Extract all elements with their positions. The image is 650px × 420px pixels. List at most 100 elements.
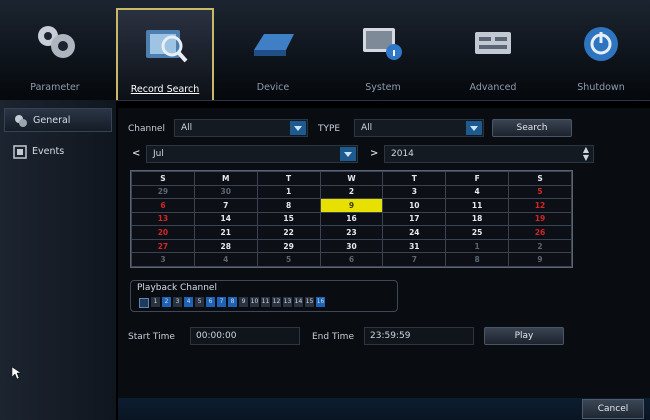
calendar-day[interactable]: 28 bbox=[193, 238, 258, 254]
channel-toggle[interactable]: 15 bbox=[305, 297, 314, 307]
channel-toggle[interactable]: 6 bbox=[206, 297, 215, 307]
channel-toggle[interactable]: 9 bbox=[239, 297, 248, 307]
calendar-day[interactable]: 8 bbox=[445, 252, 510, 267]
nav-system[interactable]: System bbox=[334, 8, 432, 100]
calendar-grid: S M T W T F S 29 30 1 2 3 4 5 6 7 8 9 10… bbox=[130, 170, 573, 268]
calendar-day[interactable]: 31 bbox=[382, 238, 447, 254]
calendar-day[interactable]: 5 bbox=[508, 184, 572, 200]
channel-toggle[interactable]: 16 bbox=[316, 297, 325, 307]
calendar-day[interactable]: 16 bbox=[319, 211, 384, 227]
spinner-arrows-icon[interactable]: ▲ ▼ bbox=[583, 146, 589, 162]
calendar-day[interactable]: 29 bbox=[256, 238, 321, 254]
events-icon bbox=[13, 145, 27, 159]
channel-select[interactable]: All bbox=[174, 119, 308, 137]
sidebar-item-general[interactable]: General bbox=[4, 108, 112, 132]
playback-all-checkbox[interactable] bbox=[139, 298, 149, 308]
calendar-day[interactable]: 30 bbox=[193, 184, 258, 200]
calendar-day[interactable]: 13 bbox=[131, 211, 195, 227]
year-spinner[interactable]: 2014 ▲ ▼ bbox=[384, 145, 594, 163]
calendar-day[interactable]: 27 bbox=[131, 238, 195, 254]
calendar-day[interactable]: 29 bbox=[131, 184, 195, 200]
weekday-header: W bbox=[319, 171, 384, 186]
nav-device[interactable]: Device bbox=[224, 8, 322, 100]
sidebar-item-label: Events bbox=[32, 146, 65, 157]
nav-parameter[interactable]: Parameter bbox=[6, 8, 104, 100]
chevron-down-icon[interactable] bbox=[340, 147, 356, 161]
weekday-header: T bbox=[256, 171, 321, 186]
channel-toggle[interactable]: 4 bbox=[184, 297, 193, 307]
calendar-day[interactable]: 1 bbox=[445, 238, 510, 254]
calendar-day[interactable]: 20 bbox=[131, 225, 195, 240]
month-select[interactable]: Jul bbox=[146, 145, 358, 163]
calendar-day[interactable]: 6 bbox=[319, 252, 384, 267]
channel-toggle[interactable]: 10 bbox=[250, 297, 259, 307]
channel-toggle[interactable]: 1 bbox=[151, 297, 160, 307]
playback-channel-title: Playback Channel bbox=[137, 283, 217, 293]
weekday-header: T bbox=[382, 171, 447, 186]
channel-toggle[interactable]: 13 bbox=[283, 297, 292, 307]
channel-toggle[interactable]: 7 bbox=[217, 297, 226, 307]
calendar-day-selected[interactable]: 9 bbox=[319, 198, 384, 213]
calendar-day[interactable]: 11 bbox=[445, 198, 510, 213]
system-monitor-icon bbox=[363, 28, 402, 60]
calendar-day[interactable]: 6 bbox=[131, 198, 195, 213]
calendar-day[interactable]: 2 bbox=[508, 238, 572, 254]
channel-toggle[interactable]: 11 bbox=[261, 297, 270, 307]
calendar-day[interactable]: 5 bbox=[256, 252, 321, 267]
start-time-label: Start Time bbox=[128, 332, 175, 342]
calendar-day[interactable]: 7 bbox=[382, 252, 447, 267]
calendar-day[interactable]: 9 bbox=[508, 252, 572, 267]
calendar-day[interactable]: 7 bbox=[193, 198, 258, 213]
nav-advanced[interactable]: Advanced bbox=[444, 8, 542, 100]
weekday-header: F bbox=[445, 171, 510, 186]
channel-toggle[interactable]: 8 bbox=[228, 297, 237, 307]
calendar-day[interactable]: 3 bbox=[382, 184, 447, 200]
channel-toggle[interactable]: 3 bbox=[173, 297, 182, 307]
dvr-screen: Parameter Record Search Device System Ad… bbox=[0, 0, 650, 420]
channel-toggle[interactable]: 2 bbox=[162, 297, 171, 307]
calendar-day[interactable]: 19 bbox=[508, 211, 572, 227]
calendar-day[interactable]: 24 bbox=[382, 225, 447, 240]
channel-toggle[interactable]: 14 bbox=[294, 297, 303, 307]
chevron-down-icon[interactable] bbox=[290, 121, 306, 135]
chevron-down-icon[interactable] bbox=[466, 121, 482, 135]
calendar-day[interactable]: 4 bbox=[193, 252, 258, 267]
calendar-day[interactable]: 22 bbox=[256, 225, 321, 240]
calendar-day[interactable]: 8 bbox=[256, 198, 321, 213]
end-time-input[interactable]: 23:59:59 bbox=[364, 327, 474, 345]
channel-toggle[interactable]: 12 bbox=[272, 297, 281, 307]
calendar-day[interactable]: 18 bbox=[445, 211, 510, 227]
calendar-day[interactable]: 30 bbox=[319, 238, 384, 254]
calendar-day[interactable]: 14 bbox=[193, 211, 258, 227]
end-time-label: End Time bbox=[312, 332, 354, 342]
sidebar-item-events[interactable]: Events bbox=[4, 140, 112, 164]
calendar-day[interactable]: 12 bbox=[508, 198, 572, 213]
channel-label: Channel bbox=[128, 124, 165, 134]
start-time-input[interactable]: 00:00:00 bbox=[190, 327, 300, 345]
calendar-day[interactable]: 23 bbox=[319, 225, 384, 240]
calendar-day[interactable]: 2 bbox=[319, 184, 384, 200]
play-button[interactable]: Play bbox=[484, 327, 564, 345]
nav-shutdown-label: Shutdown bbox=[577, 82, 625, 93]
search-button[interactable]: Search bbox=[492, 119, 572, 137]
calendar-day[interactable]: 21 bbox=[193, 225, 258, 240]
nav-system-label: System bbox=[365, 82, 401, 93]
calendar-day[interactable]: 4 bbox=[445, 184, 510, 200]
calendar-day[interactable]: 10 bbox=[382, 198, 447, 213]
nav-record-search[interactable]: Record Search bbox=[116, 8, 214, 100]
channel-toggle[interactable]: 5 bbox=[195, 297, 204, 307]
calendar-day[interactable]: 25 bbox=[445, 225, 510, 240]
type-select[interactable]: All bbox=[354, 119, 484, 137]
prev-month-button[interactable]: < bbox=[132, 148, 140, 159]
calendar-day[interactable]: 1 bbox=[256, 184, 321, 200]
calendar-day[interactable]: 3 bbox=[131, 252, 195, 267]
nav-parameter-label: Parameter bbox=[30, 82, 80, 93]
type-label: TYPE bbox=[318, 124, 341, 134]
month-select-value: Jul bbox=[153, 149, 164, 159]
cancel-button[interactable]: Cancel bbox=[582, 399, 644, 419]
next-month-button[interactable]: > bbox=[370, 148, 378, 159]
calendar-day[interactable]: 15 bbox=[256, 211, 321, 227]
calendar-day[interactable]: 26 bbox=[508, 225, 572, 240]
nav-shutdown[interactable]: Shutdown bbox=[552, 8, 650, 100]
calendar-day[interactable]: 17 bbox=[382, 211, 447, 227]
